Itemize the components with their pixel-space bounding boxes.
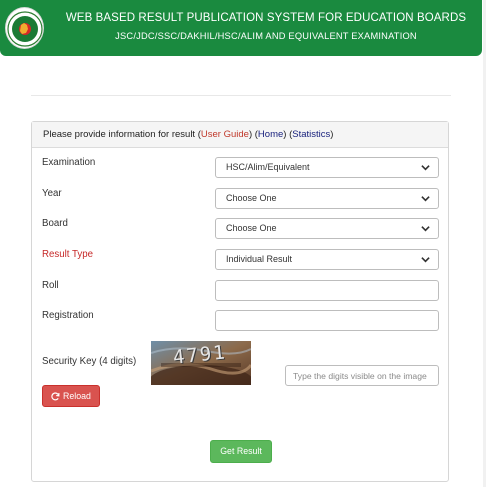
security-key-input[interactable] xyxy=(285,365,439,386)
year-selected-value: Choose One xyxy=(226,193,277,203)
page-subtitle: JSC/JDC/SSC/DAKHIL/HSC/ALIM AND EQUIVALE… xyxy=(115,31,417,41)
year-select[interactable]: Choose One xyxy=(215,188,439,209)
page-title: WEB BASED RESULT PUBLICATION SYSTEM FOR … xyxy=(65,12,467,24)
examination-label: Examination xyxy=(42,157,96,168)
paren-text: ) xyxy=(330,129,334,140)
paren-text: ) ( xyxy=(248,129,258,140)
year-label: Year xyxy=(42,188,62,199)
roll-input[interactable] xyxy=(215,280,439,301)
panel-intro-text: Please provide information for result xyxy=(43,129,196,140)
board-label: Board xyxy=(42,218,68,229)
examination-selected-value: HSC/Alim/Equivalent xyxy=(226,162,310,172)
get-result-button[interactable]: Get Result xyxy=(210,440,272,463)
board-select[interactable]: Choose One xyxy=(215,218,439,239)
captcha-image: 4791 xyxy=(151,341,251,385)
chevron-down-icon xyxy=(421,226,430,232)
refresh-icon xyxy=(51,392,60,401)
paren-text: ) ( xyxy=(283,129,293,140)
result-type-select[interactable]: Individual Result xyxy=(215,249,439,270)
bangladesh-government-seal-icon[interactable] xyxy=(5,7,44,49)
reload-button-label: Reload xyxy=(63,391,91,401)
user-guide-link[interactable]: User Guide xyxy=(201,129,249,140)
registration-label: Registration xyxy=(42,310,94,321)
chevron-down-icon xyxy=(421,257,430,263)
statistics-link[interactable]: Statistics xyxy=(292,129,330,140)
result-form-panel: Please provide information for result (U… xyxy=(31,121,449,482)
panel-heading: Please provide information for result (U… xyxy=(32,122,448,148)
examination-select[interactable]: HSC/Alim/Equivalent xyxy=(215,157,439,178)
divider xyxy=(31,95,451,96)
chevron-down-icon xyxy=(421,196,430,202)
security-key-label: Security Key (4 digits) xyxy=(42,356,137,367)
home-link[interactable]: Home xyxy=(258,129,283,140)
reload-button[interactable]: Reload xyxy=(42,385,100,407)
roll-label: Roll xyxy=(42,280,59,291)
result-type-label: Result Type xyxy=(42,249,93,260)
registration-input[interactable] xyxy=(215,310,439,331)
board-selected-value: Choose One xyxy=(226,223,277,233)
result-type-selected-value: Individual Result xyxy=(226,254,293,264)
site-header: WEB BASED RESULT PUBLICATION SYSTEM FOR … xyxy=(0,0,482,56)
chevron-down-icon xyxy=(421,165,430,171)
